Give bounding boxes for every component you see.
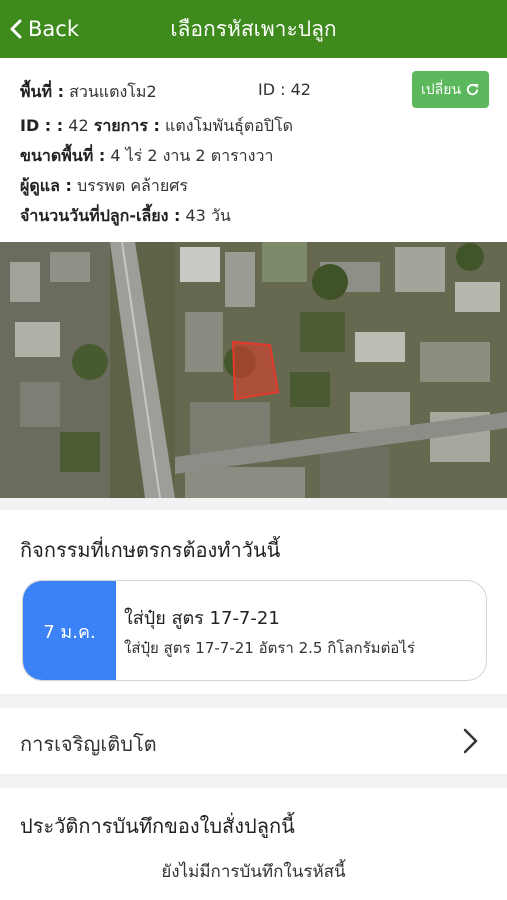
satellite-map[interactable]: [0, 242, 507, 498]
activities-title: กิจกรรมที่เกษตรกรต้องทำวันนี้: [20, 538, 281, 562]
history-title: ประวัติการบันทึกของใบสั่งปลูกนี้: [20, 814, 295, 838]
caretaker-value: บรรพต คล้ายศร: [76, 176, 188, 195]
area-row: พื้นที่ : สวนแตงโม2: [20, 80, 157, 105]
id-value: 42: [68, 116, 89, 135]
app-header: Back เลือกรหัสเพาะปลูก: [0, 0, 507, 58]
days-row: จำนวนวันที่ปลูก-เลี้ยง : 43 วัน: [20, 204, 231, 229]
size-value: 4 ไร่ 2 งาน 2 ตารางวา: [110, 146, 274, 165]
change-button-label: เปลี่ยน: [420, 81, 462, 98]
plot-id: ID : 42: [258, 80, 311, 99]
plot-info-panel: พื้นที่ : สวนแตงโม2 ID : 42 เปลี่ยน ID :…: [0, 58, 507, 242]
back-label: Back: [28, 17, 79, 41]
refresh-icon: [466, 83, 479, 96]
activity-title: ใส่ปุ๋ย สูตร 17-7-21: [124, 608, 280, 629]
item-value: แตงโมพันธุ์ตอปิโด: [165, 116, 294, 135]
history-section: ประวัติการบันทึกของใบสั่งปลูกนี้ ยังไม่ม…: [0, 788, 507, 900]
chevron-right-icon: [463, 728, 478, 754]
item-label: รายการ :: [93, 116, 160, 135]
caretaker-row: ผู้ดูแล : บรรพต คล้ายศร: [20, 174, 188, 199]
area-value: สวนแตงโม2: [69, 82, 157, 101]
area-label: พื้นที่ :: [20, 82, 64, 101]
plot-boundary: [231, 340, 280, 401]
change-button[interactable]: เปลี่ยน: [412, 71, 489, 108]
back-button[interactable]: Back: [10, 0, 79, 58]
days-label: จำนวนวันที่ปลูก-เลี้ยง :: [20, 206, 181, 225]
id-item-row: ID : : 42 รายการ : แตงโมพันธุ์ตอปิโด: [20, 114, 293, 139]
page-title: เลือกรหัสเพาะปลูก: [170, 16, 337, 41]
size-row: ขนาดพื้นที่ : 4 ไร่ 2 งาน 2 ตารางวา: [20, 144, 273, 169]
growth-row[interactable]: การเจริญเติบโต: [0, 708, 507, 774]
activity-date-badge: 7 ม.ค.: [23, 581, 116, 680]
history-empty-message: ยังไม่มีการบันทึกในรหัสนี้: [161, 862, 346, 882]
size-label: ขนาดพื้นที่ :: [20, 146, 106, 165]
chevron-left-icon: [10, 19, 22, 39]
caretaker-label: ผู้ดูแล :: [20, 176, 72, 195]
plot-polygon: [231, 340, 280, 401]
growth-label: การเจริญเติบโต: [20, 732, 157, 756]
activity-card[interactable]: 7 ม.ค. ใส่ปุ๋ย สูตร 17-7-21 ใส่ปุ๋ย สูตร…: [22, 580, 487, 681]
days-value: 43 วัน: [185, 206, 231, 225]
activities-section: กิจกรรมที่เกษตรกรต้องทำวันนี้ 7 ม.ค. ใส่…: [0, 510, 507, 694]
id-label: ID : :: [20, 116, 64, 135]
activity-description: ใส่ปุ๋ย สูตร 17-7-21 อัตรา 2.5 กิโลกรัมต…: [124, 639, 415, 657]
